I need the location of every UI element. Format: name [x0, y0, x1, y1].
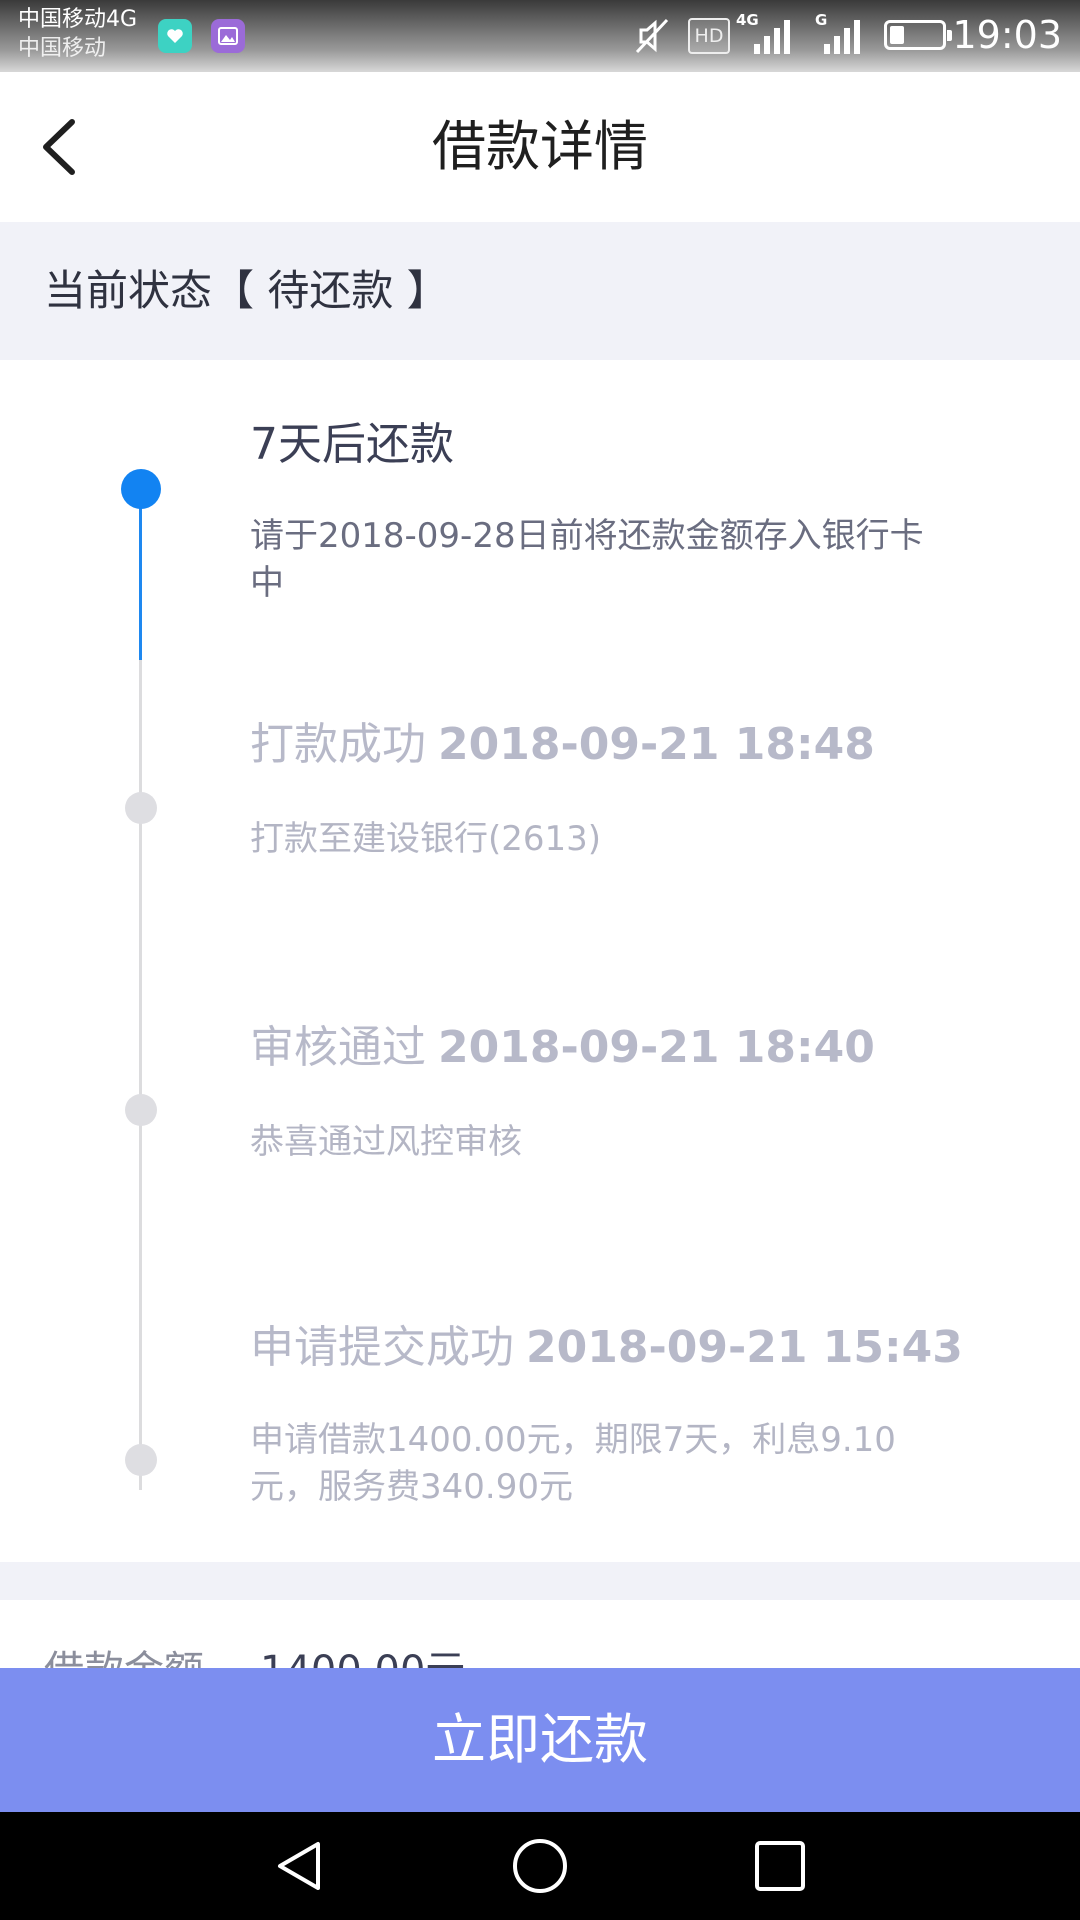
timeline-dot: [125, 792, 157, 824]
step-datetime: 2018-09-21 18:40: [438, 1022, 875, 1073]
hd-badge: HD: [688, 18, 730, 54]
loan-status-strip: 当前状态【 待还款 】: [0, 222, 1080, 360]
page-title: 借款详情: [432, 115, 648, 178]
mute-icon: [635, 18, 669, 54]
step-datetime: 2018-09-21 18:48: [438, 719, 875, 770]
nav-back-icon[interactable]: [270, 1836, 330, 1896]
signal-icon: [754, 20, 790, 54]
app-header: 借款详情: [0, 72, 1080, 222]
timeline-step-title: 打款成功 2018-09-21 18:48: [250, 717, 875, 773]
section-divider: [0, 1562, 1080, 1600]
nav-recent-icon[interactable]: [750, 1836, 810, 1896]
loan-timeline: 7天后还款 请于2018-09-28日前将还款金额存入银行卡中 打款成功 2018…: [0, 360, 1080, 1562]
timeline-step-desc: 请于2018-09-28日前将还款金额存入银行卡中: [250, 516, 924, 603]
timeline-dot: [125, 1444, 157, 1476]
timeline-step-title: 审核通过 2018-09-21 18:40: [250, 1020, 875, 1076]
timeline-dot-active: [121, 469, 161, 509]
step-datetime: 2018-09-21 15:43: [526, 1322, 963, 1373]
timeline-step-desc: 打款至建设银行(2613): [250, 819, 602, 859]
carrier-name-secondary: 中国移动: [18, 36, 107, 61]
gallery-app-icon: [211, 19, 245, 53]
timeline-step-desc: 申请借款1400.00元，期限7天，利息9.10元，服务费340.90元: [250, 1420, 896, 1507]
timeline-dot: [125, 1094, 157, 1126]
battery-icon: [884, 20, 952, 50]
loan-amount-label: 借款金额: [44, 1646, 204, 1668]
nav-home-icon[interactable]: [510, 1836, 570, 1896]
timeline-step-title: 申请提交成功 2018-09-21 15:43: [250, 1320, 963, 1376]
current-status-text: 当前状态【 待还款 】: [44, 266, 449, 315]
repay-now-button[interactable]: 立即还款: [0, 1668, 1080, 1812]
status-bar: 中国移动4G 中国移动 HD 4G G 19:03: [0, 0, 1080, 72]
health-app-icon: [158, 19, 192, 53]
loan-amount-row: 借款金额 1400.00元: [0, 1600, 1080, 1668]
step-title-text: 7天后还款: [250, 419, 454, 470]
timeline-step-desc: 恭喜通过风控审核: [250, 1122, 522, 1162]
step-title-text: 审核通过: [250, 1022, 426, 1073]
timeline-progress: [139, 490, 142, 660]
timeline-step-title: 7天后还款: [250, 417, 454, 473]
step-title-text: 打款成功: [250, 719, 426, 770]
step-title-text: 申请提交成功: [250, 1322, 514, 1373]
loan-amount-value: 1400.00元: [260, 1646, 465, 1668]
system-nav-bar: [0, 1812, 1080, 1920]
signal-icon: [824, 20, 860, 54]
carrier-name-primary: 中国移动4G: [18, 7, 138, 32]
clock: 19:03: [952, 13, 1062, 57]
